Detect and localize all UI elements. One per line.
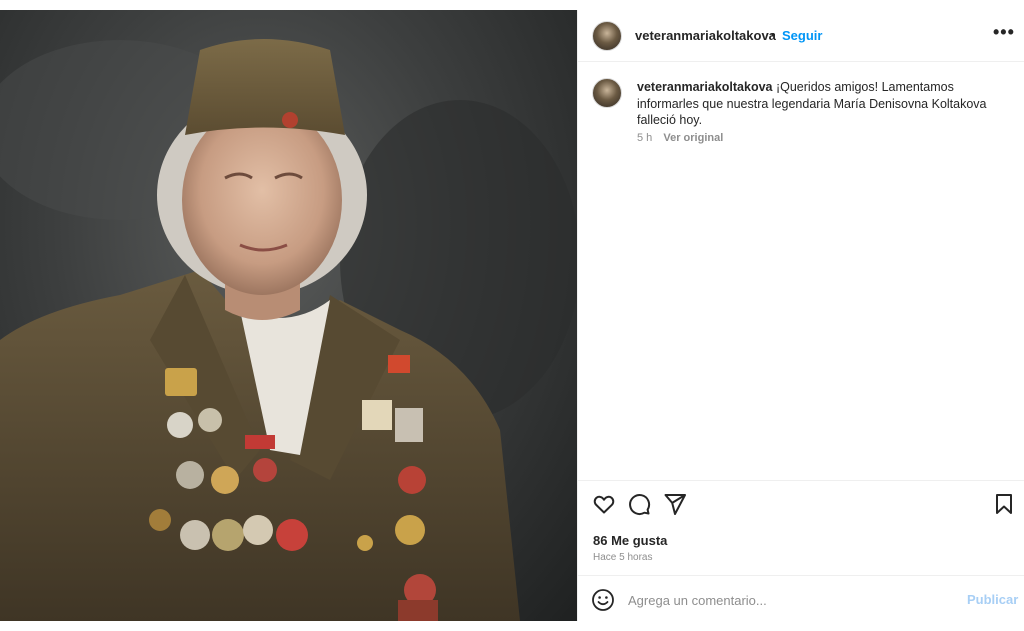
caption-time: 5 h — [637, 132, 653, 144]
bookmark-icon[interactable] — [992, 492, 1016, 516]
likes-count[interactable]: 86 Me gusta — [593, 533, 667, 548]
caption-meta: 5 h Ver original — [637, 132, 723, 144]
avatar[interactable] — [592, 21, 622, 51]
separator-dot: • — [771, 27, 776, 42]
caption-text: veteranmariakoltakova ¡Queridos amigos! … — [637, 79, 1007, 129]
avatar[interactable] — [592, 78, 622, 108]
comment-input[interactable] — [628, 589, 948, 611]
smiley-icon[interactable] — [591, 588, 615, 612]
caption-username-link[interactable]: veteranmariakoltakova — [637, 80, 773, 94]
veteran-portrait-image — [0, 39, 577, 621]
post-photo[interactable] — [0, 10, 577, 621]
more-options-icon[interactable]: ••• — [993, 22, 1015, 43]
post-header: veteranmariakoltakova • Seguir ••• — [578, 10, 1024, 62]
username-link[interactable]: veteranmariakoltakova — [635, 28, 776, 43]
heart-icon[interactable] — [592, 492, 616, 516]
comment-icon[interactable] — [627, 492, 651, 516]
publish-button[interactable]: Publicar — [967, 592, 1018, 607]
post-side-panel: veteranmariakoltakova • Seguir ••• veter… — [577, 10, 1024, 621]
instagram-post: veteranmariakoltakova • Seguir ••• veter… — [0, 0, 1024, 631]
posted-time: Hace 5 horas — [593, 552, 653, 563]
send-icon[interactable] — [663, 492, 687, 516]
comment-box: Publicar — [578, 575, 1024, 621]
see-original-link[interactable]: Ver original — [663, 132, 723, 144]
follow-button[interactable]: Seguir — [782, 28, 822, 43]
